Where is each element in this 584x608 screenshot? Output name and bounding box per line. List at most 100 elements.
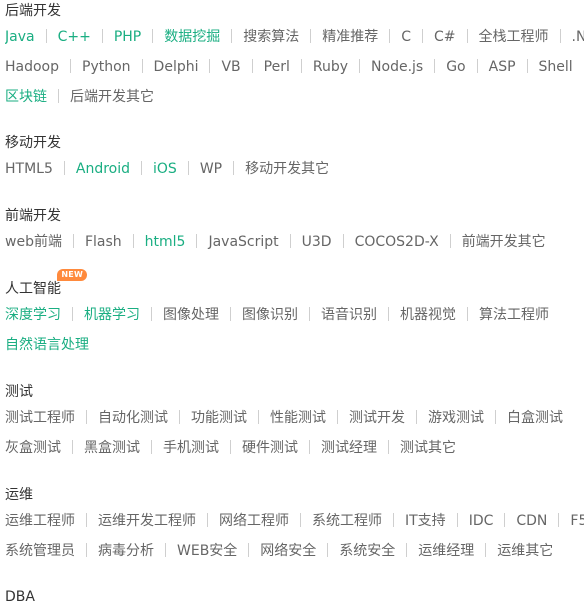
tag-link-android[interactable]: Android bbox=[76, 154, 130, 184]
category-title-text: 测试 bbox=[5, 384, 33, 400]
tag-row: 区块链 后端开发其它 bbox=[5, 82, 584, 112]
tag-link-item-1[interactable]: 黑盒测试 bbox=[84, 433, 140, 463]
tag-link-item-8[interactable]: 全栈工程师 bbox=[479, 22, 549, 52]
tag-link-item-6[interactable]: 前端开发其它 bbox=[462, 227, 546, 257]
tag-link-c[interactable]: C# bbox=[434, 22, 456, 52]
tag-link-html5[interactable]: html5 bbox=[145, 227, 186, 257]
tag-link-c[interactable]: C bbox=[401, 22, 411, 52]
tag-link-item-3[interactable]: 网络安全 bbox=[260, 536, 316, 566]
tag-link-item-3[interactable]: 图像识别 bbox=[242, 300, 298, 330]
tag-divider bbox=[337, 410, 338, 424]
tag-divider bbox=[132, 234, 134, 248]
tag-divider bbox=[476, 59, 478, 73]
tag-link-item-5[interactable]: 机器视觉 bbox=[400, 300, 456, 330]
tag-link-item-1[interactable]: 后端开发其它 bbox=[70, 82, 154, 112]
tag-row: 深度学习 机器学习 图像处理 图像识别 语音识别 机器视觉 算法工程师 bbox=[5, 300, 584, 330]
tag-divider bbox=[196, 234, 198, 248]
tag-link-item-5[interactable]: 游戏测试 bbox=[428, 403, 484, 433]
tag-link-c[interactable]: C++ bbox=[58, 22, 91, 52]
tag-link-item-1[interactable]: 病毒分析 bbox=[98, 536, 154, 566]
tag-link-item-0[interactable]: 区块链 bbox=[5, 82, 47, 112]
tag-divider bbox=[86, 513, 87, 527]
tag-link-item-0[interactable]: 灰盒测试 bbox=[5, 433, 61, 463]
tag-divider bbox=[388, 307, 389, 321]
tag-link-item-6[interactable]: 白盒测试 bbox=[507, 403, 563, 433]
tag-link-item-3[interactable]: 硬件测试 bbox=[242, 433, 298, 463]
tag-link-item-4[interactable]: 语音识别 bbox=[321, 300, 377, 330]
tag-link-javascript[interactable]: JavaScript bbox=[208, 227, 278, 257]
tag-link-item-4[interactable]: 测试经理 bbox=[321, 433, 377, 463]
tag-link-go[interactable]: Go bbox=[446, 52, 465, 82]
tag-link-item-5[interactable]: 运维经理 bbox=[418, 536, 474, 566]
tag-link-item-4[interactable]: 测试开发 bbox=[349, 403, 405, 433]
tag-link-item-1[interactable]: 运维开发工程师 bbox=[98, 506, 196, 536]
tag-link-f5[interactable]: F5 bbox=[570, 506, 584, 536]
tag-link-item-5[interactable]: 精准推荐 bbox=[322, 22, 378, 52]
tag-divider bbox=[101, 29, 103, 43]
tag-link-item-3[interactable]: 数据挖掘 bbox=[164, 22, 220, 52]
tag-divider bbox=[558, 513, 560, 527]
tag-link-item-2[interactable]: 网络工程师 bbox=[219, 506, 289, 536]
tag-divider bbox=[151, 307, 152, 321]
tag-row: Hadoop Python Delphi VB Perl Ruby Node.js Go ASP… bbox=[5, 52, 584, 82]
tag-link-item-0[interactable]: 运维工程师 bbox=[5, 506, 75, 536]
tag-row: 运维工程师 运维开发工程师 网络工程师 系统工程师 IT支持 IDC CDN F5 bbox=[5, 506, 584, 536]
tag-divider bbox=[406, 543, 408, 557]
tag-link-item-0[interactable]: 测试工程师 bbox=[5, 403, 75, 433]
tag-divider bbox=[300, 59, 302, 73]
tag-link-flash[interactable]: Flash bbox=[85, 227, 122, 257]
tag-link-ios[interactable]: iOS bbox=[153, 154, 177, 184]
category-title: 前端开发 bbox=[5, 205, 61, 227]
tag-divider bbox=[209, 59, 211, 73]
tag-link-item-4[interactable]: 系统安全 bbox=[339, 536, 395, 566]
tag-link-item-1[interactable]: 机器学习 bbox=[84, 300, 140, 330]
tag-link-item-2[interactable]: 手机测试 bbox=[163, 433, 219, 463]
tag-link-shell[interactable]: Shell bbox=[539, 52, 573, 82]
tag-link-wp[interactable]: WP bbox=[200, 154, 222, 184]
tag-link-idc[interactable]: IDC bbox=[469, 506, 494, 536]
tag-link-hadoop[interactable]: Hadoop bbox=[5, 52, 59, 82]
tag-link-node-js[interactable]: Node.js bbox=[371, 52, 423, 82]
tag-divider bbox=[58, 89, 59, 103]
tag-link-php[interactable]: PHP bbox=[114, 22, 141, 52]
tag-row: 测试工程师 自动化测试 功能测试 性能测试 测试开发 游戏测试 白盒测试 bbox=[5, 403, 584, 433]
tag-link-item-6[interactable]: 算法工程师 bbox=[479, 300, 549, 330]
tag-divider bbox=[179, 410, 180, 424]
tag-link-item-0[interactable]: 深度学习 bbox=[5, 300, 61, 330]
tag-link-item-3[interactable]: 性能测试 bbox=[270, 403, 326, 433]
tag-link-it[interactable]: IT支持 bbox=[405, 506, 446, 536]
tag-link-net[interactable]: .NET bbox=[572, 22, 584, 52]
tag-link-item-4[interactable]: 搜索算法 bbox=[243, 22, 299, 52]
tag-link-html5[interactable]: HTML5 bbox=[5, 154, 53, 184]
tag-link-item-6[interactable]: 运维其它 bbox=[497, 536, 553, 566]
tag-link-web[interactable]: WEB安全 bbox=[177, 536, 237, 566]
tag-link-item-0[interactable]: 系统管理员 bbox=[5, 536, 75, 566]
category-section: 前端开发 web前端 Flash html5 JavaScript U3D COCOS2D-… bbox=[5, 205, 584, 257]
tag-link-item-3[interactable]: 系统工程师 bbox=[312, 506, 382, 536]
tag-divider bbox=[86, 543, 87, 557]
tag-divider bbox=[310, 29, 312, 43]
category-title: 运维 bbox=[5, 484, 33, 506]
tag-link-item-5[interactable]: 测试其它 bbox=[400, 433, 456, 463]
tag-link-u3d[interactable]: U3D bbox=[302, 227, 332, 257]
tag-link-ruby[interactable]: Ruby bbox=[313, 52, 348, 82]
tag-divider bbox=[152, 29, 154, 43]
tag-link-delphi[interactable]: Delphi bbox=[154, 52, 199, 82]
tag-link-java[interactable]: Java bbox=[5, 22, 35, 52]
tag-link-asp[interactable]: ASP bbox=[489, 52, 516, 82]
tag-divider bbox=[485, 543, 487, 557]
tag-divider bbox=[434, 59, 436, 73]
tag-link-item-0[interactable]: 自然语言处理 bbox=[5, 330, 89, 360]
tag-link-web[interactable]: web前端 bbox=[5, 227, 62, 257]
tag-link-item-2[interactable]: 图像处理 bbox=[163, 300, 219, 330]
tag-link-python[interactable]: Python bbox=[82, 52, 131, 82]
tag-link-cdn[interactable]: CDN bbox=[516, 506, 547, 536]
tag-link-item-4[interactable]: 移动开发其它 bbox=[245, 154, 329, 184]
tag-link-cocos2d-x[interactable]: COCOS2D-X bbox=[355, 227, 439, 257]
tag-divider bbox=[422, 29, 424, 43]
tag-link-item-1[interactable]: 自动化测试 bbox=[98, 403, 168, 433]
tag-link-vb[interactable]: VB bbox=[221, 52, 240, 82]
tag-divider bbox=[230, 307, 231, 321]
tag-link-item-2[interactable]: 功能测试 bbox=[191, 403, 247, 433]
tag-link-perl[interactable]: Perl bbox=[264, 52, 290, 82]
